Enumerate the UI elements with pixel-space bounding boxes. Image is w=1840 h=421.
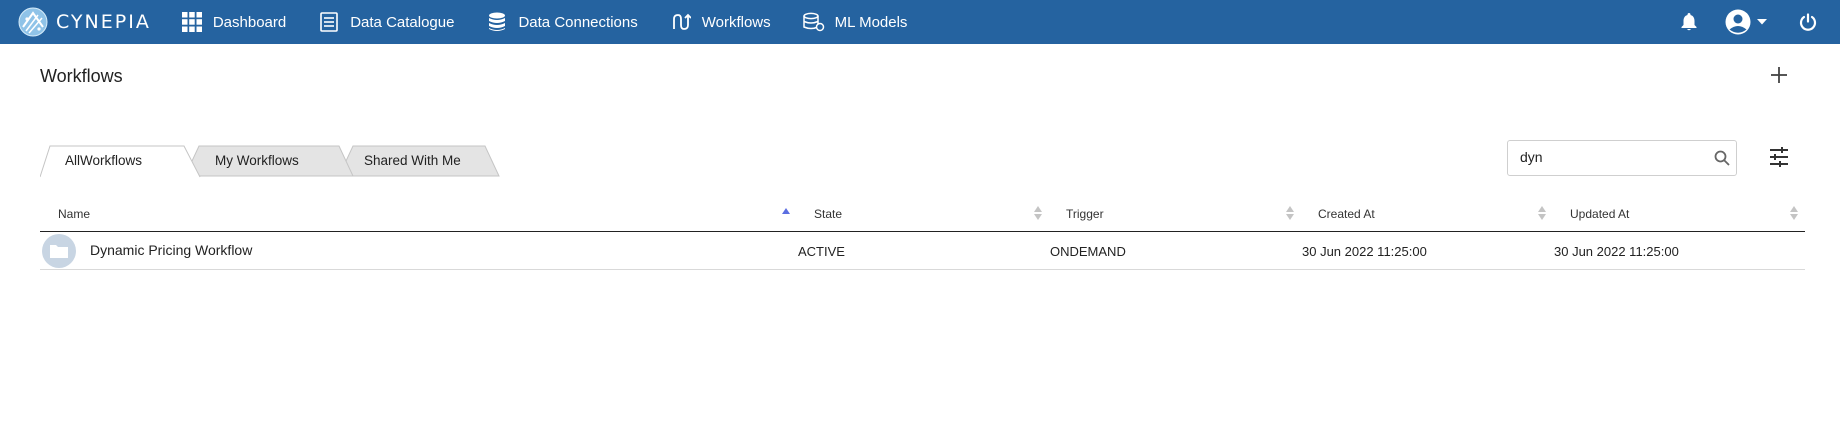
column-header-trigger[interactable]: Trigger <box>1066 207 1104 221</box>
nav-ml-models-label: ML Models <box>834 13 908 31</box>
power-icon[interactable] <box>1799 13 1817 31</box>
table-row[interactable]: Dynamic Pricing Workflow ACTIVE ONDEMAND… <box>40 232 1805 270</box>
account-icon[interactable] <box>1725 9 1751 35</box>
workflow-created-at: 30 Jun 2022 11:25:00 <box>1302 244 1427 259</box>
workflow-tabs: Shared With Me My Workflows AllWorkflows <box>40 145 510 178</box>
column-header-created-at[interactable]: Created At <box>1318 207 1375 221</box>
search-icon[interactable] <box>1714 150 1730 171</box>
table-header: Name State Trigger Created At Updated At <box>40 198 1805 232</box>
nav-data-connections-label: Data Connections <box>518 13 638 31</box>
ml-models-icon <box>802 11 825 33</box>
tab-shared-with-me[interactable]: Shared With Me <box>339 145 501 177</box>
nav-dashboard[interactable]: Dashboard <box>181 11 286 33</box>
column-header-state[interactable]: State <box>814 207 842 221</box>
tab-all-workflows[interactable]: AllWorkflows <box>40 145 202 178</box>
workflow-name[interactable]: Dynamic Pricing Workflow <box>90 242 252 258</box>
column-header-name[interactable]: Name <box>58 207 90 221</box>
sort-icon[interactable] <box>1033 205 1043 226</box>
sort-icon[interactable] <box>1285 205 1295 226</box>
brand-name: CYNEPIA <box>56 11 151 33</box>
workflows-table: Name State Trigger Created At Updated At… <box>40 198 1805 270</box>
tab-label: My Workflows <box>215 153 299 168</box>
column-header-updated-at[interactable]: Updated At <box>1570 207 1629 221</box>
top-navbar: CYNEPIA Dashboard Data Catalogue Data Co… <box>0 0 1840 44</box>
nav-data-catalogue-label: Data Catalogue <box>350 13 455 31</box>
bell-icon[interactable] <box>1681 13 1697 31</box>
workflow-state: ACTIVE <box>798 244 845 259</box>
nav-ml-models[interactable]: ML Models <box>802 11 908 33</box>
nav-workflows-label: Workflows <box>701 13 771 31</box>
workflow-icon <box>670 11 692 33</box>
folder-icon <box>42 234 76 268</box>
nav-dashboard-label: Dashboard <box>212 13 287 31</box>
nav-data-catalogue[interactable]: Data Catalogue <box>318 11 454 33</box>
cynepia-logo-icon <box>18 7 48 37</box>
sort-ascending-icon[interactable] <box>781 205 791 223</box>
chevron-down-icon[interactable] <box>1757 19 1767 25</box>
nav-workflows[interactable]: Workflows <box>670 11 771 33</box>
nav-data-connections[interactable]: Data Connections <box>486 11 638 33</box>
catalogue-icon <box>318 11 340 33</box>
filter-settings-button[interactable] <box>1768 146 1790 168</box>
workflow-trigger: ONDEMAND <box>1050 244 1126 259</box>
tab-label: AllWorkflows <box>65 153 143 168</box>
sort-icon[interactable] <box>1789 205 1799 226</box>
plus-icon <box>1771 67 1787 83</box>
workflow-updated-at: 30 Jun 2022 11:25:00 <box>1554 244 1679 259</box>
sort-icon[interactable] <box>1537 205 1547 226</box>
brand[interactable]: CYNEPIA <box>18 7 151 37</box>
tab-my-workflows[interactable]: My Workflows <box>185 145 355 177</box>
main-nav: Dashboard Data Catalogue Data Connection… <box>181 11 940 33</box>
tab-label: Shared With Me <box>364 153 461 168</box>
grid-icon <box>181 11 203 33</box>
tune-icon <box>1770 147 1788 167</box>
topbar-actions <box>1681 0 1840 44</box>
page-title: Workflows <box>40 66 123 86</box>
search-input[interactable] <box>1520 149 1710 165</box>
database-icon <box>486 11 508 33</box>
search-box <box>1507 140 1737 176</box>
add-workflow-button[interactable] <box>1768 64 1790 86</box>
